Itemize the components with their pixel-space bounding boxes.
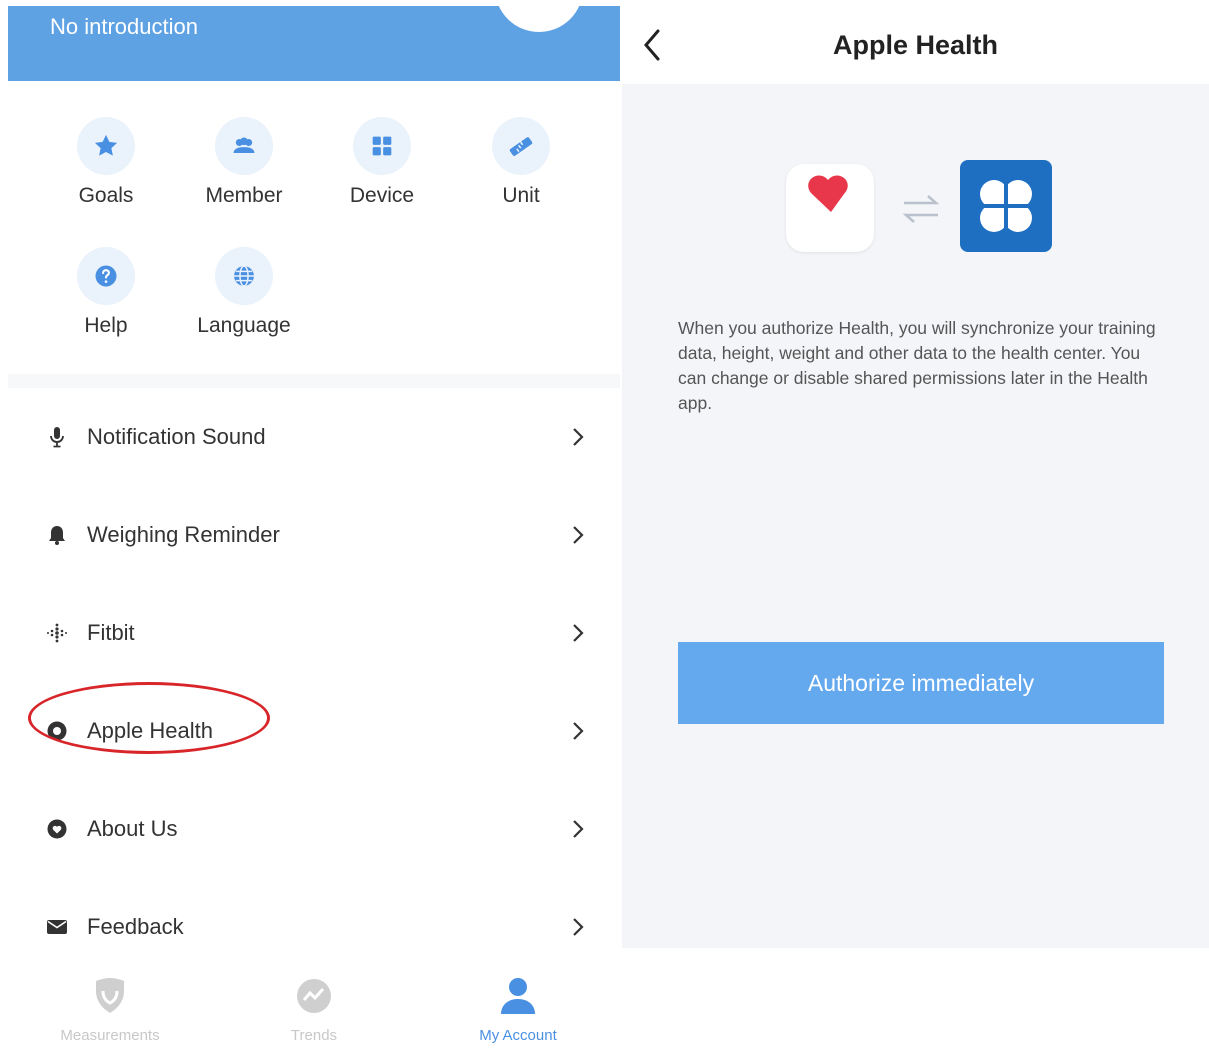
quick-action-label: Help bbox=[84, 314, 128, 337]
people-icon bbox=[215, 117, 273, 175]
fitbit-icon bbox=[42, 618, 72, 648]
clover-app-icon bbox=[960, 160, 1052, 252]
page-title: Apple Health bbox=[832, 30, 999, 60]
menu-item-label: About Us bbox=[87, 816, 178, 841]
chevron-right-icon bbox=[573, 624, 584, 642]
ruler-icon bbox=[492, 117, 550, 175]
quick-action-goals[interactable]: Goals bbox=[46, 110, 166, 220]
chevron-right-icon bbox=[573, 428, 584, 446]
quick-action-label: Goals bbox=[78, 184, 134, 207]
chevron-right-icon bbox=[573, 918, 584, 936]
shield-icon bbox=[96, 978, 124, 1013]
heart-badge-icon bbox=[42, 814, 72, 844]
apple-health-screen: Apple Health When you authorize Health, … bbox=[622, 0, 1209, 1051]
quick-action-language[interactable]: Language bbox=[184, 240, 304, 350]
tab-measurements[interactable]: Measurements bbox=[8, 960, 212, 1051]
avatar[interactable] bbox=[495, 0, 583, 32]
menu-item-label: Notification Sound bbox=[87, 424, 266, 449]
tab-label: Trends bbox=[290, 1027, 338, 1044]
star-icon bbox=[77, 117, 135, 175]
tab-trends[interactable]: Trends bbox=[212, 960, 416, 1051]
quick-actions-grid: Goals Member Device Unit Help Language bbox=[8, 110, 620, 370]
section-divider bbox=[8, 374, 620, 388]
apple-health-icon bbox=[42, 716, 72, 746]
sync-arrows-icon bbox=[902, 195, 940, 223]
chart-circle-icon bbox=[297, 979, 331, 1013]
quick-action-label: Unit bbox=[502, 184, 540, 207]
quick-action-label: Language bbox=[197, 314, 291, 337]
tab-label: My Account bbox=[479, 1027, 557, 1044]
question-icon bbox=[77, 247, 135, 305]
globe-icon bbox=[215, 247, 273, 305]
authorize-button[interactable]: Authorize immediately bbox=[678, 642, 1164, 724]
menu-item-apple-health[interactable]: Apple Health bbox=[8, 682, 620, 780]
grid-icon bbox=[353, 117, 411, 175]
envelope-icon bbox=[42, 912, 72, 942]
menu-item-label: Weighing Reminder bbox=[87, 522, 280, 547]
bottom-tab-bar: Measurements Trends My Account bbox=[8, 960, 620, 1051]
profile-header: No introduction bbox=[8, 0, 620, 81]
menu-item-notification-sound[interactable]: Notification Sound bbox=[8, 388, 620, 486]
authorization-description: When you authorize Health, you will sync… bbox=[678, 318, 1156, 413]
quick-action-label: Device bbox=[349, 184, 415, 207]
tab-my-account[interactable]: My Account bbox=[416, 960, 620, 1051]
my-account-screen: No introduction Goals Member Device Unit… bbox=[8, 0, 620, 1051]
bell-icon bbox=[42, 520, 72, 550]
quick-action-member[interactable]: Member bbox=[184, 110, 304, 220]
navigation-bar: Apple Health bbox=[622, 0, 1209, 84]
menu-item-label: Fitbit bbox=[87, 620, 135, 645]
profile-introduction: No introduction bbox=[50, 14, 198, 39]
quick-action-unit[interactable]: Unit bbox=[461, 110, 581, 220]
menu-item-weighing-reminder[interactable]: Weighing Reminder bbox=[8, 486, 620, 584]
menu-item-label: Feedback bbox=[87, 914, 184, 939]
content-area: When you authorize Health, you will sync… bbox=[622, 84, 1209, 948]
chevron-right-icon bbox=[573, 820, 584, 838]
settings-menu: Notification Sound Weighing Reminder Fit… bbox=[8, 388, 620, 976]
menu-item-about-us[interactable]: About Us bbox=[8, 780, 620, 878]
person-icon bbox=[501, 978, 535, 1014]
menu-item-fitbit[interactable]: Fitbit bbox=[8, 584, 620, 682]
quick-action-device[interactable]: Device bbox=[322, 110, 442, 220]
quick-action-help[interactable]: Help bbox=[46, 240, 166, 350]
health-app-icon bbox=[786, 164, 874, 252]
chevron-right-icon bbox=[573, 526, 584, 544]
microphone-icon bbox=[42, 422, 72, 452]
chevron-right-icon bbox=[573, 722, 584, 740]
menu-item-label: Apple Health bbox=[87, 718, 213, 743]
tab-label: Measurements bbox=[60, 1027, 160, 1044]
quick-action-label: Member bbox=[205, 184, 283, 207]
